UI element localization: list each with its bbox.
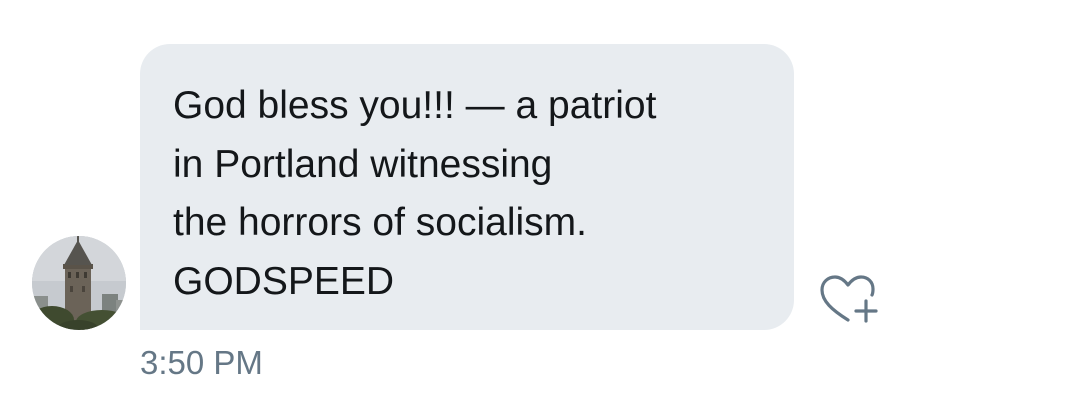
message-text-line: GODSPEED: [173, 259, 395, 303]
avatar-photo-tower-icon: [32, 236, 126, 330]
message-text-line: God bless you!!! — a patriot: [173, 84, 657, 127]
sender-avatar[interactable]: [32, 236, 126, 330]
message-timestamp: 3:50 PM: [140, 344, 263, 381]
like-message-button[interactable]: [818, 272, 880, 328]
message-text-line: in Portland witnessing: [173, 142, 553, 186]
dm-conversation: God bless you!!! — a patriot in Portland…: [0, 0, 1080, 412]
message-bubble[interactable]: God bless you!!! — a patriot in Portland…: [140, 44, 794, 330]
heart-plus-icon: [820, 275, 878, 323]
message-text-line: the horrors of socialism.: [173, 201, 587, 244]
